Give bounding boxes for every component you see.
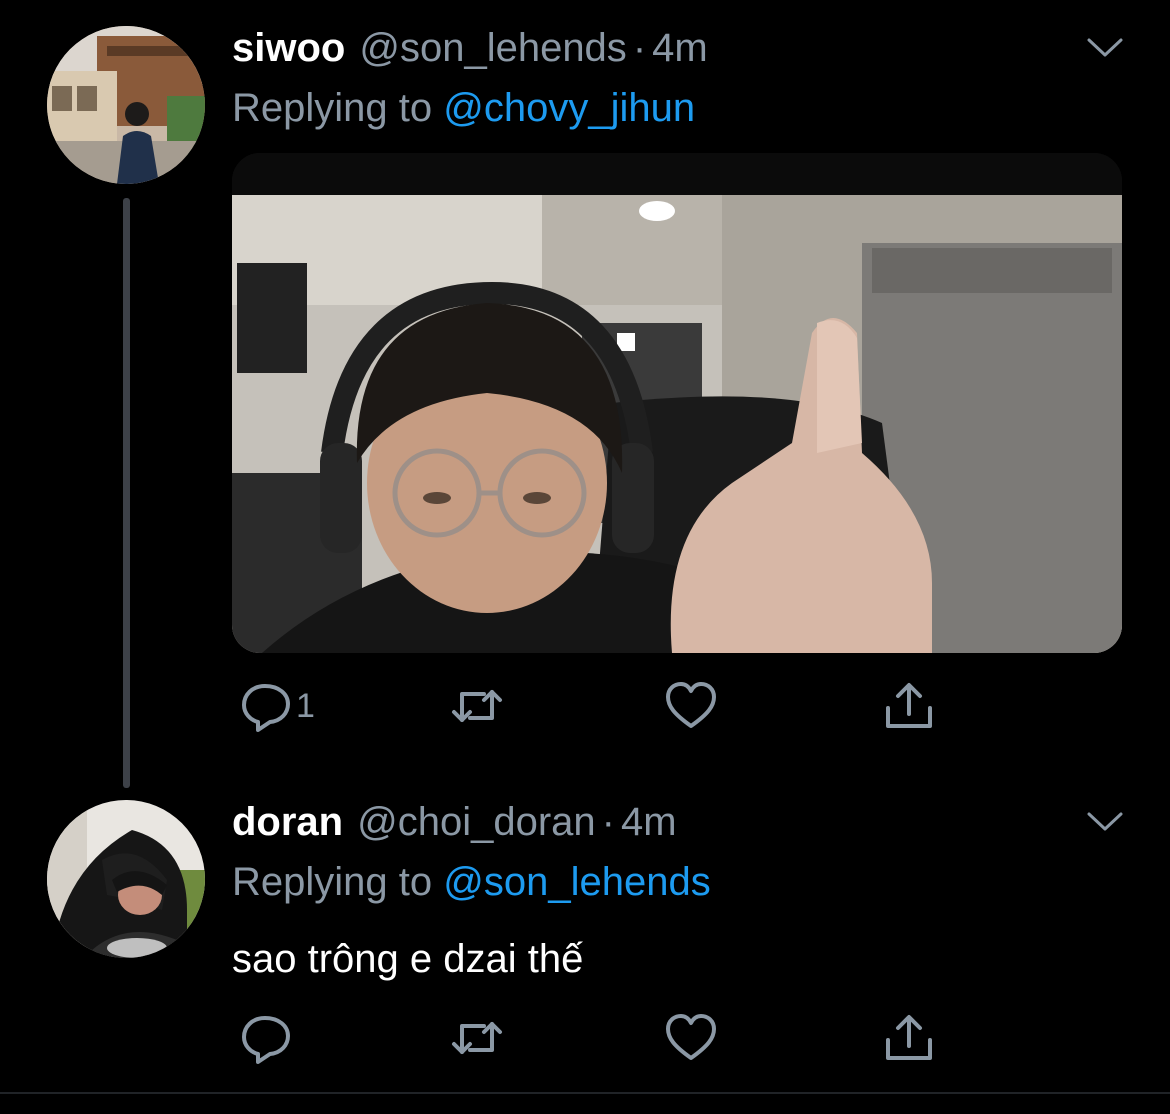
share-button[interactable] [882,1012,936,1064]
separator-dot: · [632,26,647,70]
retweet-icon [452,1022,502,1054]
share-icon [886,1015,932,1060]
reply-icon [242,1016,290,1064]
chevron-down-icon[interactable] [1086,36,1124,60]
like-button[interactable] [664,1012,718,1064]
tweet-text: sao trông e dzai thế [232,937,584,981]
timestamp[interactable]: 4m [652,23,708,73]
user-handle[interactable]: @son_lehends [359,23,626,73]
timestamp[interactable]: 4m [621,797,677,847]
reply-button[interactable]: 1 [238,680,315,732]
mention-link[interactable]: @chovy_jihun [443,86,695,130]
retweet-button[interactable] [450,1012,504,1064]
heart-icon [666,1014,716,1060]
reply-button[interactable] [238,1012,296,1064]
thread-connector-line [123,198,130,788]
tweet-actions: 1 [232,680,952,732]
reply-icon [242,684,290,732]
like-button[interactable] [664,680,718,732]
replying-to-line: Replying to @son_lehends [232,857,711,907]
tweet-actions [232,1012,952,1064]
reply-count: 1 [296,687,315,725]
share-icon [886,683,932,728]
separator-dot: · [601,800,615,844]
tweet-header: doran @choi_doran · 4m [232,797,677,847]
heart-icon [666,682,716,728]
display-name[interactable]: doran [232,797,343,847]
tweet-doran[interactable]: doran @choi_doran · 4m Replying to @son_… [0,790,1170,1090]
user-handle[interactable]: @choi_doran [357,797,596,847]
replying-prefix: Replying to [232,86,433,130]
replying-to-line: Replying to @chovy_jihun [232,83,695,133]
share-button[interactable] [882,680,936,732]
retweet-icon [452,690,502,722]
mention-link[interactable]: @son_lehends [443,860,710,904]
reply-thread: siwoo @son_lehends · 4m Replying to @cho… [0,0,1170,1114]
tweet-video[interactable] [232,153,1122,653]
avatar-siwoo[interactable] [47,26,205,184]
display-name[interactable]: siwoo [232,23,345,73]
avatar-doran[interactable] [47,800,205,958]
tweet-siwoo[interactable]: siwoo @son_lehends · 4m Replying to @cho… [0,0,1170,790]
tweet-header: siwoo @son_lehends · 4m [232,23,708,73]
replying-prefix: Replying to [232,860,433,904]
divider [0,1092,1170,1094]
chevron-down-icon[interactable] [1086,810,1124,834]
retweet-button[interactable] [450,680,504,732]
